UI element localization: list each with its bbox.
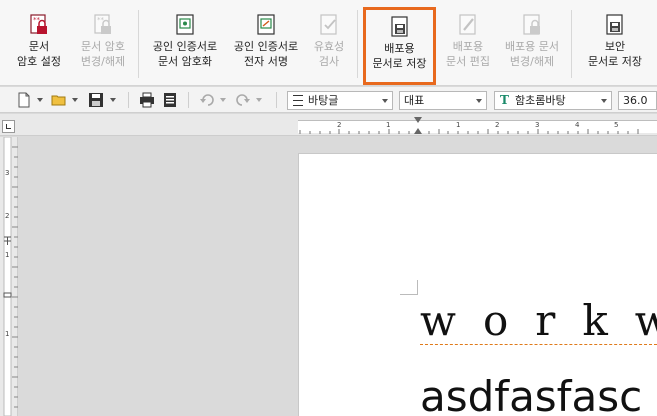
set-document-password-button[interactable]: ** 문서 암호 설정 — [8, 8, 70, 84]
open-dropdown-icon[interactable] — [72, 98, 78, 102]
horizontal-ruler: 2 1 1 2 3 4 5 — [0, 114, 657, 136]
ribbon-label: 배포용 문서로 저장 — [372, 42, 427, 70]
new-document-dropdown-icon[interactable] — [37, 98, 43, 102]
certificate-sign-icon — [255, 14, 277, 36]
formatting-toolbar: 바탕글 대표 T 함초롬바탕 36.0 — [0, 87, 657, 113]
vertical-ruler-ticks — [3, 137, 18, 416]
ribbon-separator — [357, 10, 358, 78]
encrypt-with-certificate-button[interactable]: 공인 인증서로 문서 암호화 — [146, 8, 224, 84]
ribbon-label: 보안 문서로 저장 — [587, 40, 643, 68]
undo-dropdown-icon[interactable] — [220, 98, 226, 102]
validity-check-icon — [318, 14, 340, 36]
print-icon[interactable] — [139, 92, 155, 108]
security-ribbon: ** 문서 암호 설정 ** 문서 암호 변경/해제 공인 인증서로 문서 암호화 — [0, 0, 657, 86]
ruler-corner-toggle[interactable] — [2, 120, 15, 133]
redo-dropdown-icon[interactable] — [256, 98, 262, 102]
certificate-encrypt-icon — [174, 14, 196, 36]
first-line-indent-marker[interactable] — [414, 117, 422, 123]
chevron-down-icon — [476, 99, 482, 103]
edit-distribution-icon — [457, 14, 479, 36]
save-distribution-icon — [389, 16, 411, 38]
redo-icon[interactable] — [235, 92, 251, 108]
save-as-secure-button[interactable]: 보안 문서로 저장 — [580, 8, 650, 84]
ruler-number: 3 — [5, 169, 10, 177]
font-select[interactable]: T 함초롬바탕 — [494, 91, 612, 110]
save-dropdown-icon[interactable] — [110, 98, 116, 102]
ribbon-label: 배포용 문서 변경/해제 — [504, 40, 560, 68]
toolbar-separator — [188, 92, 189, 108]
font-size-input[interactable]: 36.0 — [618, 91, 657, 110]
ruler-ticks — [299, 129, 639, 134]
ribbon-separator — [571, 10, 572, 78]
style-select[interactable]: 바탕글 — [287, 91, 393, 110]
ruler-number: 1 — [5, 330, 10, 338]
ruler-number: 2 — [495, 121, 500, 129]
save-icon[interactable] — [88, 92, 104, 108]
ruler-number: 2 — [337, 121, 342, 129]
ruler-track: 2 1 1 2 3 4 5 — [298, 117, 657, 134]
new-document-icon[interactable] — [16, 92, 32, 108]
chevron-down-icon — [382, 99, 388, 103]
language-select[interactable]: 대표 — [399, 91, 487, 110]
ribbon-separator — [138, 10, 139, 78]
lock-document-icon: ** — [28, 14, 50, 36]
toolbar-separator — [128, 92, 129, 108]
font-type-icon: T — [500, 93, 509, 107]
style-value: 바탕글 — [308, 94, 339, 107]
document-text-line[interactable]: asdfasfasc — [420, 372, 642, 416]
validity-check-button[interactable]: 유효성 검사 — [307, 8, 351, 84]
undo-icon[interactable] — [199, 92, 215, 108]
spellcheck-underline — [420, 343, 657, 345]
ruler-number: 5 — [614, 121, 619, 129]
ribbon-label: 문서 암호 변경/해제 — [80, 40, 126, 68]
ruler-number: 1 — [386, 121, 391, 129]
page-margin-marker — [400, 280, 418, 295]
ribbon-label: 문서 암호 설정 — [17, 40, 61, 68]
hwp-window: ** 문서 암호 설정 ** 문서 암호 변경/해제 공인 인증서로 문서 암호화 — [0, 0, 657, 416]
chevron-down-icon — [601, 99, 607, 103]
change-document-password-button[interactable]: ** 문서 암호 변경/해제 — [72, 8, 134, 84]
ribbon-label: 공인 인증서로 문서 암호화 — [152, 40, 218, 68]
lock-document-change-icon: ** — [92, 14, 114, 36]
distribution-change-icon — [521, 14, 543, 36]
secure-save-icon — [604, 14, 626, 36]
change-distribution-button[interactable]: 배포용 문서 변경/해제 — [498, 8, 566, 84]
ribbon-label: 유효성 검사 — [313, 40, 345, 68]
ruler-number: 2 — [5, 212, 10, 220]
font-value: 함초롬바탕 — [515, 94, 566, 107]
paragraph-style-icon — [293, 95, 303, 106]
font-size-value: 36.0 — [623, 94, 648, 107]
ruler-number: 1 — [456, 121, 461, 129]
vertical-ruler: 3 2 1 1 — [0, 137, 18, 416]
toolbar-separator — [276, 92, 277, 108]
ruler-number: 4 — [575, 121, 580, 129]
ruler-number: 3 — [535, 121, 540, 129]
sign-with-certificate-button[interactable]: 공인 인증서로 전자 서명 — [227, 8, 305, 84]
print-preview-icon[interactable] — [162, 92, 178, 108]
document-text-line[interactable]: workw — [420, 296, 657, 345]
edit-distribution-button[interactable]: 배포용 문서 편집 — [440, 8, 496, 84]
open-folder-icon[interactable] — [51, 92, 67, 108]
left-indent-marker[interactable] — [414, 128, 422, 134]
ruler-number: 1 — [5, 251, 10, 259]
save-as-distribution-button[interactable]: 배포용 문서로 저장 — [363, 7, 436, 85]
ribbon-label: 배포용 문서 편집 — [446, 40, 490, 68]
ribbon-label: 공인 인증서로 전자 서명 — [233, 40, 299, 68]
language-value: 대표 — [404, 94, 425, 107]
